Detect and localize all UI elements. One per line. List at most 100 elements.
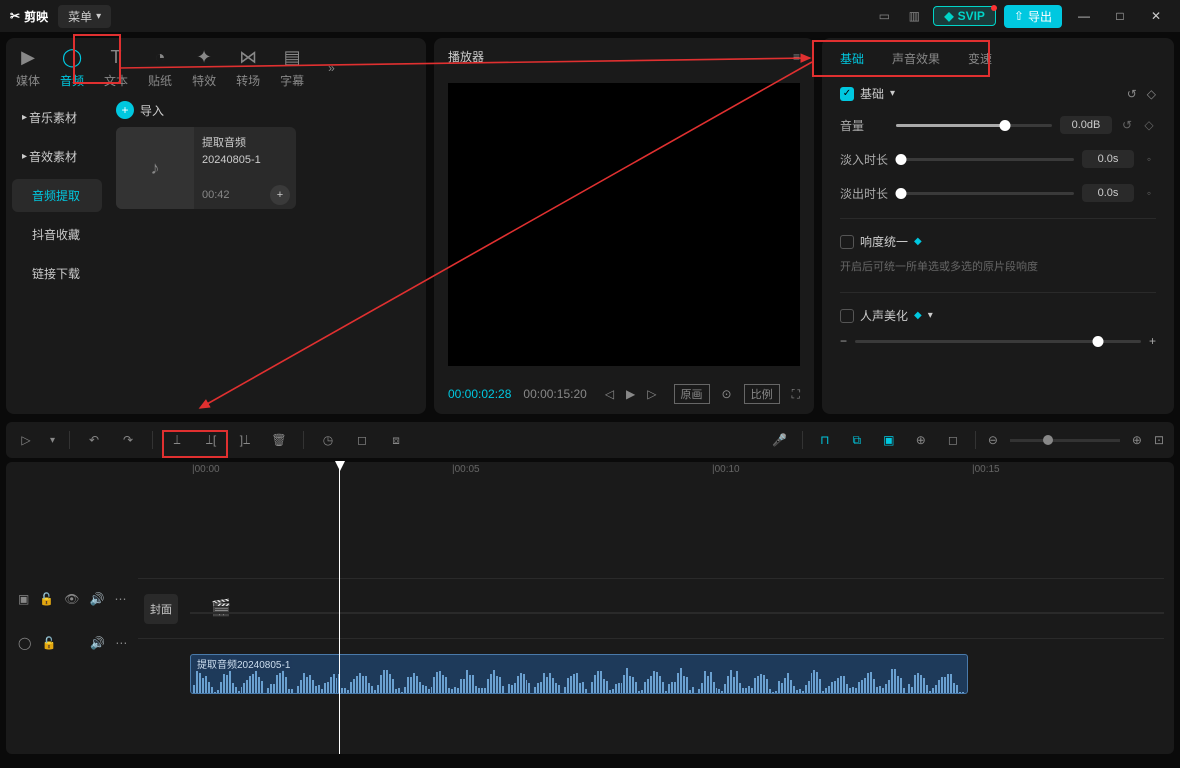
basic-section-head[interactable]: ✓ 基础 ▾ ↺ ◇ xyxy=(840,85,1156,102)
maximize-button[interactable]: □ xyxy=(1106,2,1134,30)
marker-icon[interactable]: ◻ xyxy=(943,430,963,450)
fadein-value[interactable]: 0.0s xyxy=(1082,150,1134,168)
stepper-icon[interactable]: ◦ xyxy=(1142,186,1156,200)
speed-button[interactable]: ◷ xyxy=(318,430,338,450)
track-collapse-icon[interactable]: ▣ xyxy=(18,592,29,606)
checkbox-on-icon[interactable]: ✓ xyxy=(840,87,854,101)
volume-slider[interactable] xyxy=(896,124,1052,127)
video-track[interactable] xyxy=(190,612,1164,614)
speaker-icon[interactable]: 🔊 xyxy=(90,592,105,606)
stepper-icon[interactable]: ◦ xyxy=(1142,152,1156,166)
layout-icon-1[interactable]: ▭ xyxy=(873,5,895,27)
sidebar-item-douyin[interactable]: 抖音收藏 xyxy=(12,218,102,251)
panel-slider[interactable] xyxy=(855,340,1141,343)
next-frame-button[interactable]: ▷ xyxy=(647,387,656,401)
magnet-icon[interactable]: ⊓ xyxy=(815,430,835,450)
redo-button[interactable]: ↷ xyxy=(118,430,138,450)
more-icon[interactable]: ⋯ xyxy=(114,592,126,606)
zoom-in-icon[interactable]: + xyxy=(1149,334,1156,348)
timecode-current: 00:00:02:28 xyxy=(448,387,511,401)
selection-tool-icon[interactable]: ▷ xyxy=(16,430,36,450)
player-viewport[interactable] xyxy=(448,83,800,366)
zoom-out-button[interactable]: ⊖ xyxy=(988,433,998,447)
prev-frame-button[interactable]: ◁ xyxy=(605,387,614,401)
link-icon[interactable]: ⧉ xyxy=(847,430,867,450)
split-right-button[interactable]: ]⟘ xyxy=(235,430,255,450)
lock-icon[interactable]: 🔓 xyxy=(41,636,56,650)
add-to-timeline-button[interactable]: + xyxy=(270,185,290,205)
zoom-out-icon[interactable]: − xyxy=(840,334,847,348)
volume-value[interactable]: 0.0dB xyxy=(1060,116,1112,134)
clapper-icon[interactable]: 🎬 xyxy=(211,598,231,618)
mic-icon[interactable]: 🎤 xyxy=(770,430,790,450)
fadein-slider[interactable] xyxy=(896,158,1074,161)
ruler-tick: |00:10 xyxy=(712,464,740,475)
reset-icon[interactable]: ↺ xyxy=(1120,118,1134,132)
more-tabs-icon[interactable]: » xyxy=(328,61,335,75)
cover-button[interactable]: 封面 xyxy=(144,594,178,624)
playhead[interactable] xyxy=(339,462,340,754)
menu-button[interactable]: 菜单 ▾ xyxy=(58,5,111,28)
audio-card[interactable]: ♪ 提取音频 20240805-1 00:42 + xyxy=(116,127,296,209)
tab-subtitle[interactable]: ▤字幕 xyxy=(280,46,304,89)
sidebar-item-music[interactable]: ▸音乐素材 xyxy=(12,101,102,134)
sidebar-item-extract[interactable]: 音频提取 xyxy=(12,179,102,212)
card-duration: 00:42 xyxy=(202,187,230,204)
split-left-button[interactable]: ⟘[ xyxy=(201,430,221,450)
voice-head[interactable]: 人声美化 ◆ ▾ xyxy=(840,307,1156,324)
layout-icon-2[interactable]: ▥ xyxy=(903,5,925,27)
eye-icon[interactable]: 👁 xyxy=(64,592,79,606)
keyframe-icon[interactable]: ◇ xyxy=(1147,87,1156,101)
fullscreen-icon[interactable]: ⛶ xyxy=(792,387,800,402)
align-icon[interactable]: ⊕ xyxy=(911,430,931,450)
audio-clip[interactable]: 提取音频20240805-1 xyxy=(190,654,968,694)
player-menu-icon[interactable]: ≡ xyxy=(793,50,800,64)
menu-label: 菜单 xyxy=(68,8,92,25)
crop-button[interactable]: ◻ xyxy=(352,430,372,450)
sidebar-item-link[interactable]: 链接下载 xyxy=(12,257,102,290)
mirror-button[interactable]: ⧈ xyxy=(386,430,406,450)
split-button[interactable]: ⟘ xyxy=(167,430,187,450)
checkbox-off-icon[interactable] xyxy=(840,235,854,249)
tab-media[interactable]: ▶媒体 xyxy=(16,46,40,89)
time-ruler[interactable]: |00:00 |00:05 |00:10 |00:15 xyxy=(180,462,1174,482)
fadeout-value[interactable]: 0.0s xyxy=(1082,184,1134,202)
import-button[interactable]: + 导入 xyxy=(116,101,418,119)
keyframe-icon[interactable]: ◇ xyxy=(1142,118,1156,132)
chevron-down-icon: ▾ xyxy=(928,310,933,321)
zoom-fit-button[interactable]: ⊡ xyxy=(1154,433,1164,447)
tab-sticker[interactable]: ◔贴纸 xyxy=(148,46,172,89)
zoom-slider[interactable] xyxy=(1010,439,1120,442)
original-quality-button[interactable]: 原画 xyxy=(674,384,710,404)
prop-tab-sound[interactable]: 声音效果 xyxy=(892,50,940,67)
text-icon: T xyxy=(111,46,122,68)
reset-icon[interactable]: ↺ xyxy=(1127,87,1137,101)
close-button[interactable]: ✕ xyxy=(1142,2,1170,30)
speaker-icon[interactable]: 🔊 xyxy=(90,636,105,650)
delete-button[interactable]: 🗑 xyxy=(269,430,289,450)
play-button[interactable]: ▶ xyxy=(626,387,635,401)
prop-tab-basic[interactable]: 基础 xyxy=(840,50,864,67)
clip-title: 提取音频20240805-1 xyxy=(195,656,292,671)
svip-button[interactable]: ◆ SVIP xyxy=(933,6,996,26)
minimize-button[interactable]: — xyxy=(1070,2,1098,30)
tab-audio[interactable]: ◯音频 xyxy=(60,46,84,89)
tab-transition[interactable]: ⋈转场 xyxy=(236,46,260,89)
zoom-icon[interactable]: ⊙ xyxy=(722,387,732,401)
more-icon[interactable]: ⋯ xyxy=(115,636,127,650)
sidebar-item-sfx[interactable]: ▸音效素材 xyxy=(12,140,102,173)
fadeout-slider[interactable] xyxy=(896,192,1074,195)
zoom-in-button[interactable]: ⊕ xyxy=(1132,433,1142,447)
preview-icon[interactable]: ▣ xyxy=(879,430,899,450)
loudness-head[interactable]: 响度统一 ◆ xyxy=(840,233,1156,250)
prop-tab-speed[interactable]: 变速 xyxy=(968,50,992,67)
tab-effect[interactable]: ✦特效 xyxy=(192,46,216,89)
checkbox-off-icon[interactable] xyxy=(840,309,854,323)
export-button[interactable]: ⇧ 导出 xyxy=(1004,5,1062,28)
ratio-button[interactable]: 比例 xyxy=(744,384,780,404)
fadeout-label: 淡出时长 xyxy=(840,185,888,202)
audio-track-icon[interactable]: ◯ xyxy=(18,636,31,650)
lock-icon[interactable]: 🔓 xyxy=(39,592,54,606)
undo-button[interactable]: ↶ xyxy=(84,430,104,450)
tab-text[interactable]: T文本 xyxy=(104,46,128,89)
